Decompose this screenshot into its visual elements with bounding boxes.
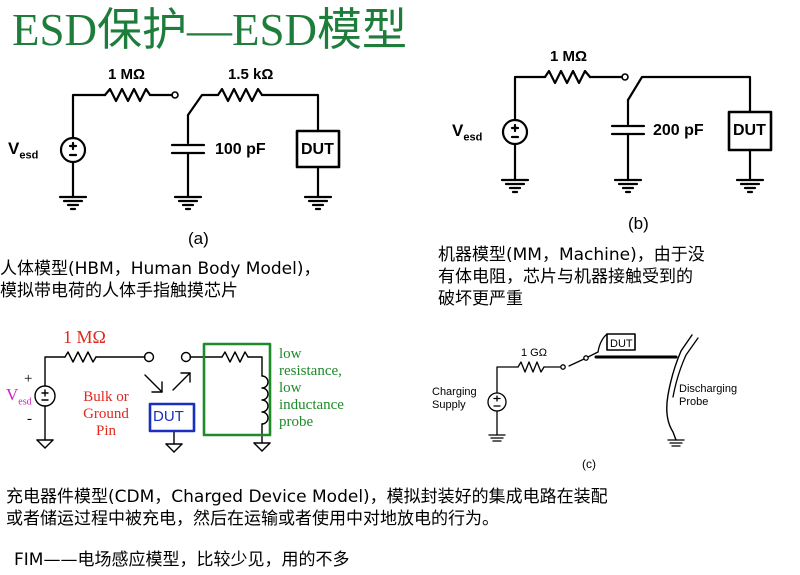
cdm-dut-label: DUT xyxy=(153,408,184,425)
caption-c: (c) xyxy=(582,457,596,471)
resistor-icon xyxy=(543,69,592,85)
ground-icon xyxy=(735,178,765,194)
cdm-line-2: 或者储运过程中被充电，然后在运输或者使用中对地放电的行为。 xyxy=(6,509,499,529)
charging-supply-label: Charging Supply xyxy=(432,386,477,411)
hbm-description: 人体模型(HBM，Human Body Model)， 模拟带电荷的人体手指触摸… xyxy=(0,258,320,302)
bulk-ground-pin-label: Bulk or Ground Pin xyxy=(83,389,129,439)
mm-line-2: 有体电阻，芯片与机器接触受到的 xyxy=(438,267,693,287)
ground-icon xyxy=(303,195,333,211)
discharging-probe-label: Discharging Probe xyxy=(679,383,738,408)
mm-line-1: 机器模型(MM，Machine)，由于没 xyxy=(438,245,705,265)
dut-label: DUT xyxy=(301,141,334,158)
caption-b: (b) xyxy=(628,214,649,233)
cdm-vesd-label: Vesd xyxy=(6,385,32,408)
cdm-resistor-label: 1 MΩ xyxy=(63,327,106,347)
mm-line-3: 破坏更严重 xyxy=(438,289,523,309)
fim-description: FIM——电场感应模型，比较少见，用的不多 xyxy=(14,550,350,570)
cdm-description: 充电器件模型(CDM，Charged Device Model)，模拟封装好的集… xyxy=(6,486,608,530)
ground-icon xyxy=(500,178,530,194)
capacitor-100pf-label: 100 pF xyxy=(215,141,266,158)
ground-icon xyxy=(165,443,183,453)
ground-icon xyxy=(173,195,203,211)
resistor-1m-label: 1 MΩ xyxy=(108,66,146,83)
ground-icon xyxy=(58,195,88,211)
mm-description: 机器模型(MM，Machine)，由于没 有体电阻，芯片与机器接触受到的 破坏更… xyxy=(438,244,705,310)
vesd-label: Vesd xyxy=(8,139,39,162)
ground-icon xyxy=(667,439,685,447)
resistor-1g-label: 1 GΩ xyxy=(521,347,547,359)
cdm-line-1: 充电器件模型(CDM，Charged Device Model)，模拟封装好的集… xyxy=(6,487,608,507)
c-dut-label: DUT xyxy=(610,338,633,350)
resistor-icon xyxy=(64,351,97,363)
resistor-icon xyxy=(216,87,264,103)
ground-icon xyxy=(488,434,506,442)
circuit-a-hbm xyxy=(58,87,341,211)
inductor-icon xyxy=(261,375,269,425)
probe-description-label: low resistance, low inductance probe xyxy=(279,346,344,430)
hbm-line-1: 人体模型(HBM，Human Body Model)， xyxy=(0,259,321,279)
circuit-c xyxy=(487,333,699,447)
resistor-1-5k-label: 1.5 kΩ xyxy=(228,66,274,83)
resistor-1m-label: 1 MΩ xyxy=(550,48,588,65)
ground-icon xyxy=(613,178,643,194)
dut-label: DUT xyxy=(733,122,766,139)
ground-icon xyxy=(36,439,54,449)
circuit-b-mm xyxy=(500,69,773,194)
hbm-line-2: 模拟带电荷的人体手指触摸芯片 xyxy=(0,281,238,301)
caption-a: (a) xyxy=(188,229,209,248)
ground-icon xyxy=(253,442,271,452)
vesd-label: Vesd xyxy=(452,121,483,144)
circuit-cdm xyxy=(34,342,272,453)
capacitor-200pf-label: 200 pF xyxy=(653,122,704,139)
resistor-icon xyxy=(103,87,152,103)
resistor-icon xyxy=(221,351,249,363)
